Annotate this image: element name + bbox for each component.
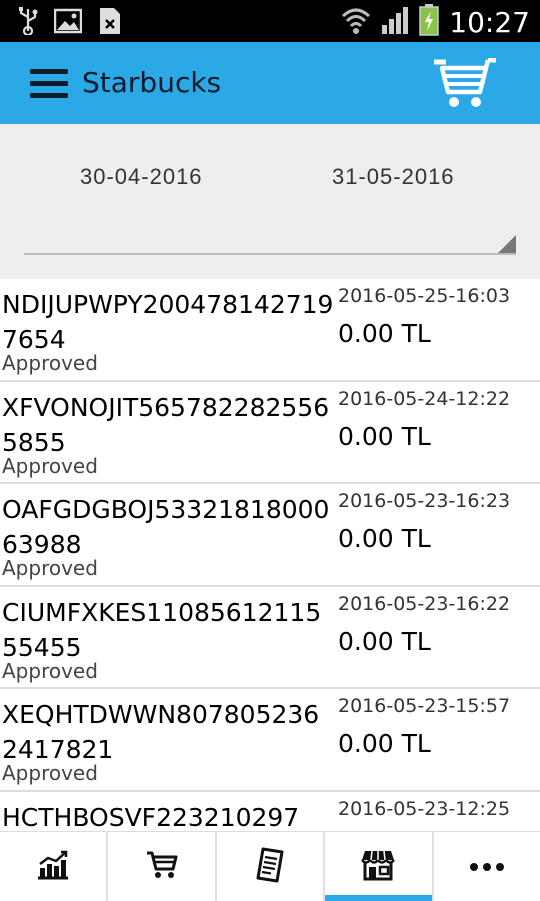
transaction-amount: 0.00 TL <box>338 626 431 656</box>
chart-icon <box>36 850 70 884</box>
shopping-cart-icon[interactable] <box>432 57 498 110</box>
more-icon <box>469 857 505 876</box>
transaction-code: HCTHBOSVF223210297 <box>2 802 300 832</box>
transaction-amount: 0.00 TL <box>338 729 431 758</box>
list-item[interactable]: HCTHBOSVF223210297 2016-05-23-12:25 <box>0 792 540 832</box>
status-bar: 10:27 <box>0 0 540 42</box>
status-bar-system: 10:27 <box>341 4 530 40</box>
transaction-timestamp: 2016-05-23-12:25 <box>338 797 511 820</box>
transaction-status: Approved <box>2 556 98 580</box>
dropdown-triangle-icon <box>498 235 516 253</box>
signal-icon <box>381 5 409 39</box>
transaction-status: Approved <box>2 453 98 478</box>
clock: 10:27 <box>449 5 530 39</box>
transaction-code: OAFGDGBOJ5332181800063988 <box>2 495 330 559</box>
status-bar-notifications <box>18 6 122 40</box>
usb-icon <box>18 7 38 39</box>
wifi-icon <box>341 6 371 38</box>
transaction-code: XEQHTDWWN8078052362417821 <box>2 700 320 764</box>
transaction-amount: 0.00 TL <box>338 319 431 348</box>
list-item[interactable]: OAFGDGBOJ5332181800063988 Approved 2016-… <box>0 484 540 587</box>
transaction-status: Approved <box>2 761 98 785</box>
app-bar: Starbucks <box>0 42 540 124</box>
transaction-timestamp: 2016-05-23-16:23 <box>338 490 511 512</box>
list-item[interactable]: XEQHTDWWN8078052362417821 Approved 2016-… <box>0 689 540 792</box>
image-icon <box>53 8 83 38</box>
receipt-icon <box>254 847 286 887</box>
transaction-status: Approved <box>2 658 98 683</box>
transaction-timestamp: 2016-05-25-16:03 <box>338 285 511 307</box>
page-title: Starbucks <box>82 66 222 99</box>
transaction-amount: 0.00 TL <box>338 524 431 553</box>
nav-chart[interactable] <box>0 832 109 901</box>
battery-charging-icon <box>419 4 440 40</box>
nav-store[interactable] <box>325 832 434 901</box>
bottom-navigation <box>0 831 540 901</box>
list-item[interactable]: CIUMFXKES1108561211555455 Approved 2016-… <box>0 587 540 689</box>
store-icon <box>361 849 396 885</box>
transaction-timestamp: 2016-05-24-12:22 <box>338 387 511 410</box>
cart-icon <box>146 850 178 884</box>
filter-panel: 30-04-2016 31-05-2016 <box>0 124 540 279</box>
list-item[interactable]: XFVONOJIT5657822825565855 Approved 2016-… <box>0 382 540 484</box>
nav-more[interactable] <box>434 832 540 901</box>
transaction-code: CIUMFXKES1108561211555455 <box>2 597 322 662</box>
hamburger-menu-icon[interactable] <box>30 69 68 99</box>
filter-dropdown[interactable] <box>24 231 516 255</box>
transaction-list[interactable]: NDIJUPWPY2004781427197654 Approved 2016-… <box>0 279 540 831</box>
date-from-picker[interactable]: 30-04-2016 <box>80 164 203 190</box>
sim-error-icon <box>98 6 122 40</box>
date-to-picker[interactable]: 31-05-2016 <box>332 164 455 190</box>
transaction-timestamp: 2016-05-23-16:22 <box>338 592 511 615</box>
transaction-amount: 0.00 TL <box>338 421 431 451</box>
transaction-timestamp: 2016-05-23-15:57 <box>338 695 511 717</box>
transaction-code: XFVONOJIT5657822825565855 <box>2 392 330 457</box>
list-item[interactable]: NDIJUPWPY2004781427197654 Approved 2016-… <box>0 279 540 382</box>
nav-cart[interactable] <box>108 832 217 901</box>
transaction-status: Approved <box>2 351 98 375</box>
transaction-code: NDIJUPWPY2004781427197654 <box>2 290 334 354</box>
nav-receipts[interactable] <box>217 832 326 901</box>
